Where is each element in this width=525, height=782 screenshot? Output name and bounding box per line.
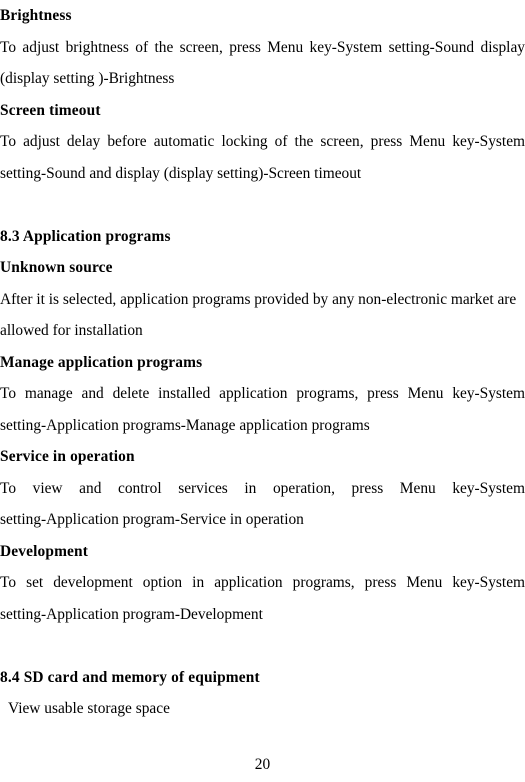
heading-section-8-3: 8.3 Application programs — [0, 227, 171, 245]
paragraph-manage-application-programs: To manage and delete installed applicati… — [0, 378, 525, 441]
heading-brightness: Brightness — [0, 7, 72, 24]
paragraph-development-line-2: setting-Application program-Development — [0, 605, 263, 623]
heading-manage-application-programs: Manage application programs — [0, 353, 203, 371]
paragraph-service-in-operation-line-1: To view and control services in operatio… — [0, 479, 525, 497]
paragraph-service-in-operation-line-2: setting-Application program-Service in o… — [0, 511, 304, 528]
paragraph-view-usable-storage-space: View usable storage space — [0, 693, 525, 725]
paragraph-brightness: To adjust brightness of the screen, pres… — [0, 32, 525, 95]
document-page: Brightness To adjust brightness of the sc… — [0, 0, 525, 782]
paragraph-brightness-line-2: (display setting )-Brightness — [0, 70, 175, 87]
paragraph-screen-timeout-line-2: setting-Sound and display (display setti… — [0, 164, 362, 182]
heading-screen-timeout: Screen timeout — [0, 101, 101, 119]
paragraph-manage-application-programs-line-2: setting-Application programs-Manage appl… — [0, 416, 370, 434]
paragraph-view-usable-storage-space-line-1: View usable storage space — [8, 700, 170, 717]
spacer-before-section-8-3 — [0, 189, 525, 221]
paragraph-brightness-line-1: To adjust brightness of the screen, pres… — [0, 38, 525, 56]
paragraph-development-line-1: To set development option in application… — [0, 574, 525, 591]
paragraph-unknown-source: After it is selected, application progra… — [0, 284, 525, 347]
document-body: Brightness To adjust brightness of the sc… — [0, 0, 525, 725]
paragraph-screen-timeout: To adjust delay before automatic locking… — [0, 126, 525, 189]
paragraph-manage-application-programs-line-1: To manage and delete installed applicati… — [0, 385, 525, 402]
spacer-before-section-8-4 — [0, 630, 525, 662]
heading-development: Development — [0, 542, 89, 560]
page-number: 20 — [254, 756, 271, 773]
paragraph-unknown-source-line-1: After it is selected, application progra… — [0, 290, 517, 308]
paragraph-development: To set development option in application… — [0, 567, 525, 630]
heading-service-in-operation: Service in operation — [0, 448, 135, 465]
heading-section-8-4: 8.4 SD card and memory of equipment — [0, 668, 260, 686]
paragraph-unknown-source-line-2: allowed for installation — [0, 322, 143, 339]
paragraph-service-in-operation: To view and control services in operatio… — [0, 473, 525, 536]
heading-unknown-source: Unknown source — [0, 259, 113, 276]
paragraph-screen-timeout-line-1: To adjust delay before automatic locking… — [0, 133, 525, 150]
